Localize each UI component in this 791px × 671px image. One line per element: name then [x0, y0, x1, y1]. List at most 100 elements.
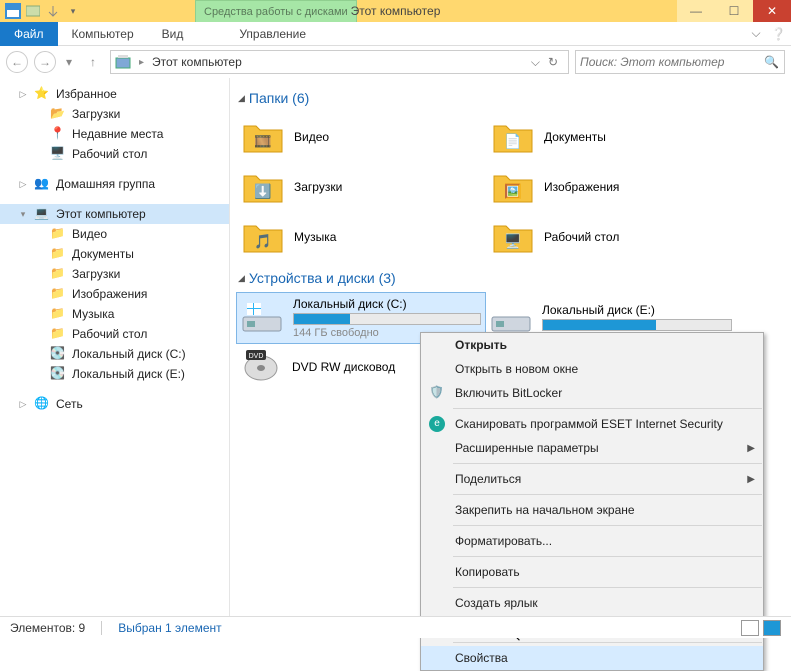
refresh-icon[interactable]: ↻	[548, 55, 558, 69]
folder-item[interactable]: ⬇️Загрузки	[236, 162, 486, 212]
ctx-copy[interactable]: Копировать	[421, 560, 763, 584]
search-input[interactable]	[580, 55, 764, 69]
computer-tab[interactable]: Компьютер	[58, 22, 148, 46]
pc-icon: 💻	[34, 206, 50, 222]
sidebar-item-downloads[interactable]: 📂Загрузки	[0, 104, 229, 124]
ctx-label: Сканировать программой ESET Internet Sec…	[455, 417, 723, 431]
drive-label: Локальный диск (E:)	[542, 303, 732, 317]
folder-label: Музыка	[294, 230, 336, 244]
sidebar-item-music[interactable]: 📁Музыка	[0, 304, 229, 324]
status-count: Элементов: 9	[10, 621, 85, 635]
this-pc-label: Этот компьютер	[56, 207, 146, 221]
qat-item[interactable]	[44, 2, 62, 20]
homegroup-node[interactable]: ▷👥Домашняя группа	[0, 174, 229, 194]
folders-header[interactable]: ◢Папки (6)	[238, 90, 785, 106]
sidebar-item-label: Загрузки	[72, 267, 120, 281]
view-tab[interactable]: Вид	[148, 22, 198, 46]
folder-large-icon: 🖼️	[492, 168, 534, 206]
quick-access-toolbar: ▾	[4, 0, 82, 22]
svg-text:🖼️: 🖼️	[504, 183, 521, 200]
help-icon[interactable]: ❔	[771, 27, 785, 41]
disk-tools-tab[interactable]: Средства работы с дисками	[195, 0, 357, 22]
status-separator	[101, 621, 102, 635]
network-node[interactable]: ▷🌐Сеть	[0, 394, 229, 414]
qat-dropdown-icon[interactable]: ▾	[64, 2, 82, 20]
view-tiles-button[interactable]	[763, 620, 781, 636]
sidebar-item-desktop[interactable]: 🖥️Рабочий стол	[0, 144, 229, 164]
sidebar-item-videos[interactable]: 📁Видео	[0, 224, 229, 244]
folder-item[interactable]: 🖼️Изображения	[486, 162, 736, 212]
ctx-label: Форматировать...	[455, 534, 552, 548]
favorites-node[interactable]: ▷⭐Избранное	[0, 84, 229, 104]
sidebar-item-disk-e[interactable]: 💽Локальный диск (E:)	[0, 364, 229, 384]
network-icon: 🌐	[34, 396, 50, 412]
ctx-format[interactable]: Форматировать...	[421, 529, 763, 553]
minimize-button[interactable]: —	[677, 0, 715, 22]
disk-icon: 💽	[50, 346, 66, 362]
shield-icon: 🛡️	[429, 385, 445, 401]
ctx-properties[interactable]: Свойства	[421, 646, 763, 670]
submenu-arrow-icon: ▶	[747, 443, 755, 454]
this-pc-node[interactable]: ▾💻Этот компьютер	[0, 204, 229, 224]
folder-large-icon: 📄	[492, 118, 534, 156]
ctx-share[interactable]: Поделиться▶	[421, 467, 763, 491]
sidebar-item-downloads[interactable]: 📁 Загрузки	[0, 264, 229, 284]
ribbon-expand-icon[interactable]: ⌵	[749, 26, 763, 41]
folder-icon: 📁	[50, 326, 66, 342]
folder-icon: 📁	[50, 226, 66, 242]
maximize-button[interactable]: ☐	[715, 0, 753, 22]
qat-item[interactable]	[24, 2, 42, 20]
search-box[interactable]: 🔍	[575, 50, 785, 74]
status-selection: Выбран 1 элемент	[118, 621, 221, 635]
dvd-icon: DVD	[240, 348, 282, 386]
ctx-eset-scan[interactable]: e Сканировать программой ESET Internet Se…	[421, 412, 763, 436]
folders-header-label: Папки (6)	[249, 90, 309, 106]
folder-item[interactable]: 🎵Музыка	[236, 212, 486, 262]
folder-item[interactable]: 🎞️Видео	[236, 112, 486, 162]
ctx-open[interactable]: Открыть	[421, 333, 763, 357]
search-icon[interactable]: 🔍	[764, 55, 780, 69]
close-button[interactable]: ✕	[753, 0, 791, 22]
folder-item[interactable]: 🖥️Рабочий стол	[486, 212, 736, 262]
window-title: Этот компьютер	[351, 0, 441, 22]
folder-label: Документы	[544, 130, 606, 144]
breadcrumb[interactable]: ▸ Этот компьютер ⌵ ↻	[110, 50, 569, 74]
sidebar-item-label: Недавние места	[72, 127, 163, 141]
drives-header[interactable]: ◢Устройства и диски (3)	[238, 270, 785, 286]
forward-button[interactable]: →	[34, 51, 56, 73]
back-button[interactable]: ←	[6, 51, 28, 73]
window-controls: — ☐ ✕	[677, 0, 791, 22]
eset-icon: e	[429, 416, 445, 432]
ctx-bitlocker[interactable]: 🛡️Включить BitLocker	[421, 381, 763, 405]
sidebar-item-pictures[interactable]: 📁Изображения	[0, 284, 229, 304]
sidebar-item-documents[interactable]: 📁Документы	[0, 244, 229, 264]
manage-tab[interactable]: Управление	[225, 22, 320, 46]
address-bar: ← → ▾ ↑ ▸ Этот компьютер ⌵ ↻ 🔍	[0, 46, 791, 78]
folder-item[interactable]: 📄 Документы	[486, 112, 736, 162]
sidebar-item-label: Документы	[72, 247, 134, 261]
navigation-pane: ▷⭐Избранное 📂Загрузки 📍Недавние места 🖥️…	[0, 78, 230, 616]
ctx-separator	[453, 556, 762, 557]
view-details-button[interactable]	[741, 620, 759, 636]
sidebar-item-disk-c[interactable]: 💽Локальный диск (C:)	[0, 344, 229, 364]
folder-icon: 📁	[50, 266, 66, 282]
file-tab[interactable]: Файл	[0, 22, 58, 46]
folder-label: Загрузки	[294, 180, 342, 194]
drive-label: Локальный диск (C:)	[293, 297, 481, 311]
titlebar: ▾ Средства работы с дисками Этот компьют…	[0, 0, 791, 22]
capacity-bar	[293, 313, 481, 325]
sidebar-item-desktop[interactable]: 📁Рабочий стол	[0, 324, 229, 344]
breadcrumb-segment[interactable]: Этот компьютер	[152, 55, 242, 69]
svg-text:🎞️: 🎞️	[254, 133, 271, 149]
breadcrumb-dropdown-icon[interactable]: ⌵	[531, 55, 540, 70]
ctx-open-new-window[interactable]: Открыть в новом окне	[421, 357, 763, 381]
ctx-shortcut[interactable]: Создать ярлык	[421, 591, 763, 615]
ctx-label: Свойства	[455, 651, 508, 665]
ctx-advanced[interactable]: Расширенные параметры▶	[421, 436, 763, 460]
disk-icon: 💽	[50, 366, 66, 382]
up-button[interactable]: ↑	[82, 51, 104, 73]
ctx-pin[interactable]: Закрепить на начальном экране	[421, 498, 763, 522]
history-dropdown-icon[interactable]: ▾	[62, 51, 76, 73]
sidebar-item-recent[interactable]: 📍Недавние места	[0, 124, 229, 144]
sidebar-item-label: Загрузки	[72, 107, 120, 121]
